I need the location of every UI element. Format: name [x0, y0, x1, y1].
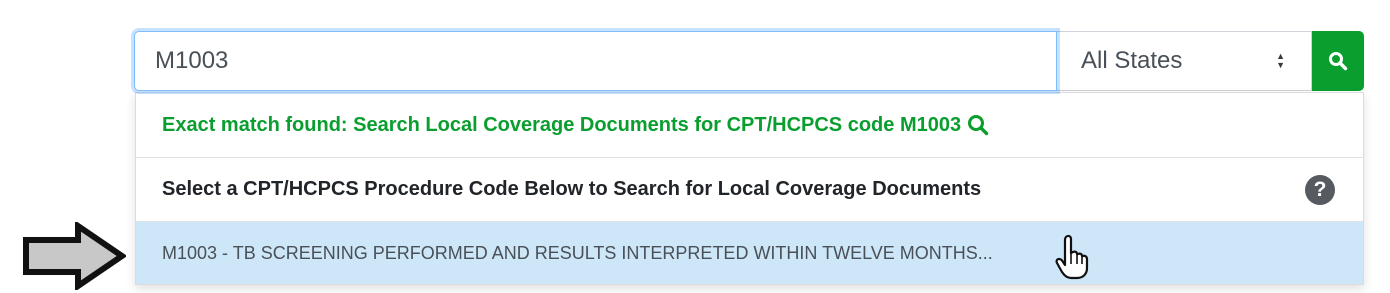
search-input[interactable] — [134, 31, 1057, 91]
state-select-value: All States — [1081, 47, 1183, 74]
result-item[interactable]: M1003 - TB SCREENING PERFORMED AND RESUL… — [136, 222, 1363, 284]
select-arrows-icon: ▲ ▼ — [1276, 51, 1285, 70]
dropdown-header: Select a CPT/HCPCS Procedure Code Below … — [136, 158, 1363, 222]
search-button[interactable] — [1312, 31, 1364, 91]
result-item-label: M1003 - TB SCREENING PERFORMED AND RESUL… — [162, 242, 993, 263]
page: All States ▲▼ Exact match found: Search … — [0, 0, 1390, 293]
search-icon — [1329, 52, 1348, 71]
state-select[interactable]: All States ▲ ▼ — [1057, 31, 1312, 91]
autocomplete-dropdown: Exact match found: Search Local Coverage… — [135, 92, 1364, 285]
question-circle-icon[interactable]: ? — [1305, 174, 1335, 205]
exact-match-link[interactable]: Exact match found: Search Local Coverage… — [136, 93, 1363, 158]
hand-pointer-icon — [1055, 234, 1089, 280]
dropdown-header-text: Select a CPT/HCPCS Procedure Code Below … — [162, 178, 982, 200]
right-arrow-icon — [23, 222, 126, 290]
exact-match-text: Exact match found: Search Local Coverage… — [162, 113, 962, 136]
search-bar: All States ▲▼ — [134, 31, 1364, 91]
magnifier-icon — [967, 114, 989, 136]
